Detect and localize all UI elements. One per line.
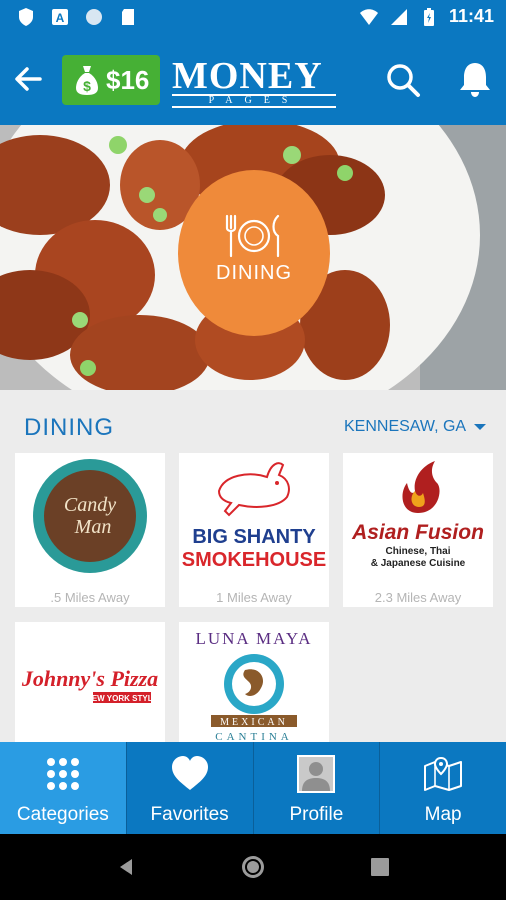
listing-subtitle-line1: Chinese, Thai [385, 546, 450, 557]
tab-label: Favorites [150, 804, 229, 825]
luna-maya-logo: LUNA MAYA MEXICAN CANTINA [195, 629, 312, 743]
listing-subtitle-line2: & Japanese Cuisine [371, 558, 466, 569]
wallet-balance-button[interactable]: $ $16 [62, 55, 160, 105]
tab-categories[interactable]: Categories [0, 742, 127, 834]
bell-icon[interactable] [456, 59, 494, 99]
tab-profile[interactable]: Profile [254, 742, 381, 834]
listing-name: Johnny's Pizza [21, 666, 158, 691]
section-title: DINING [24, 414, 114, 441]
map-icon [424, 756, 463, 791]
back-arrow-icon[interactable] [12, 63, 44, 95]
caret-down-icon [474, 424, 487, 430]
nav-recents-icon[interactable] [369, 856, 391, 878]
plate-utensils-icon [225, 214, 280, 258]
money-pages-logo: MONEY PAGES [172, 57, 336, 108]
tab-label: Map [424, 804, 462, 825]
sd-card-icon [122, 9, 134, 25]
svg-text:Man: Man [74, 516, 112, 538]
location-label: KENNESAW, GA [344, 418, 467, 435]
svg-text:$: $ [83, 78, 91, 94]
heart-icon [171, 756, 208, 790]
listing-card-johnnys-pizza[interactable]: Johnny's Pizza NEW YORK STYLE [15, 622, 165, 742]
listing-subtitle2: CANTINA [215, 731, 293, 742]
listing-distance: .5 Miles Away [50, 590, 130, 605]
listing-card-candy-man[interactable]: Candy Man .5 Miles Away [15, 453, 165, 607]
listing-subtitle: MEXICAN [220, 717, 288, 728]
tab-label: Categories [16, 804, 109, 825]
dining-category-badge: DINING [178, 170, 330, 336]
nav-back-icon[interactable] [114, 855, 138, 879]
listing-card-big-shanty[interactable]: BIG SHANTY SMOKEHOUSE 1 Miles Away [179, 453, 329, 607]
status-time: 11:41 [448, 6, 494, 26]
listing-distance: 2.3 Miles Away [374, 590, 462, 605]
svg-text:Candy: Candy [64, 494, 116, 516]
big-shanty-logo: BIG SHANTY SMOKEHOUSE [182, 462, 326, 571]
listing-card-asian-fusion[interactable]: Asian Fusion Chinese, Thai & Japanese Cu… [343, 453, 493, 607]
hero-category-label: DINING [216, 262, 292, 284]
bottom-tab-bar: Categories Favorites Profile Map [0, 742, 506, 834]
location-selector[interactable]: KENNESAW, GA [344, 418, 487, 436]
tab-favorites[interactable]: Favorites [127, 742, 254, 834]
shield-icon [19, 8, 33, 26]
listing-name-line1: BIG SHANTY [192, 526, 316, 548]
wifi-icon [359, 8, 378, 25]
system-navigation-bar [0, 834, 506, 900]
candy-man-logo: Candy Man [33, 459, 147, 573]
tab-label: Profile [289, 804, 344, 825]
balance-amount: $16 [106, 64, 150, 95]
listing-name: LUNA MAYA [195, 629, 312, 648]
listing-card-luna-maya[interactable]: LUNA MAYA MEXICAN CANTINA [179, 622, 329, 743]
johnnys-pizza-logo: Johnny's Pizza NEW YORK STYLE [21, 666, 159, 703]
search-icon[interactable] [384, 61, 422, 99]
font-icon: A [52, 9, 68, 25]
nav-home-icon[interactable] [239, 853, 267, 881]
person-icon [297, 755, 336, 793]
listing-subtitle: NEW YORK STYLE [86, 694, 159, 703]
listing-name-line2: SMOKEHOUSE [182, 549, 326, 571]
signal-icon [390, 8, 407, 25]
listing-name: Asian Fusion [351, 521, 484, 544]
app-bar: $ $16 MONEY PAGES [0, 35, 506, 125]
listing-distance: 1 Miles Away [216, 590, 292, 605]
status-bar: A 11:41 [0, 0, 506, 35]
battery-icon [423, 7, 434, 26]
money-bag-icon: $ [76, 66, 98, 95]
tab-map[interactable]: Map [380, 742, 506, 834]
circle-icon [86, 9, 102, 25]
grid-icon [46, 758, 79, 790]
svg-text:A: A [56, 11, 65, 25]
asian-fusion-logo: Asian Fusion Chinese, Thai & Japanese Cu… [351, 461, 484, 569]
